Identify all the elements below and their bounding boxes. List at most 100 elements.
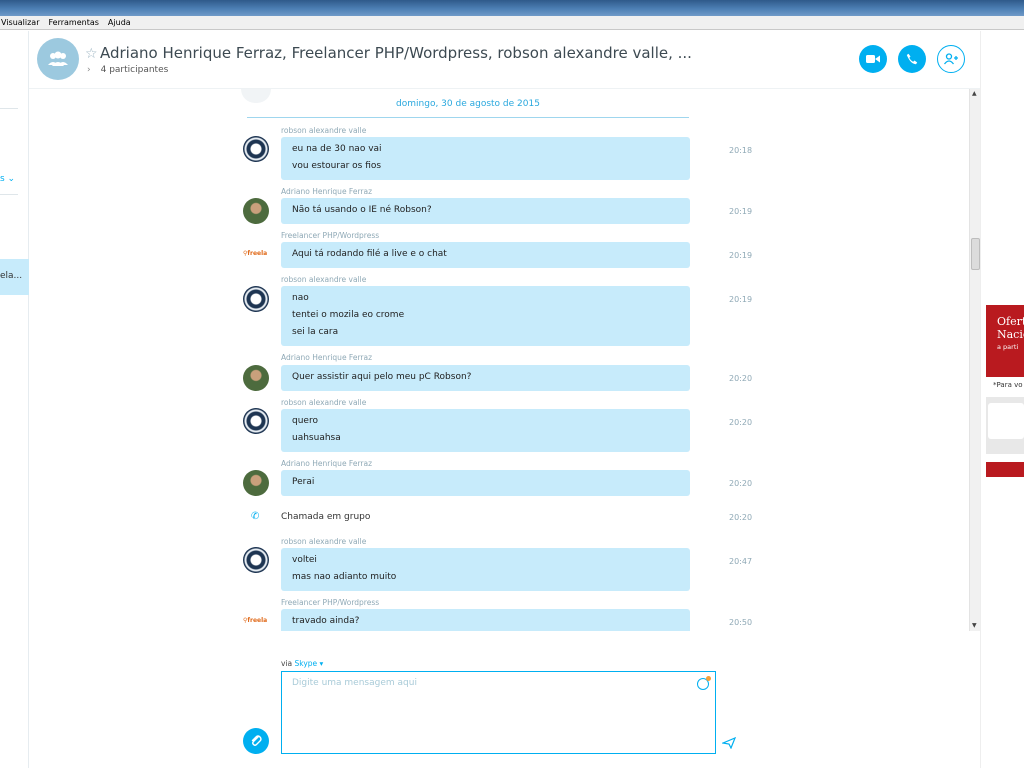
message-bubble[interactable]: Aqui tá rodando filé a live e o chat xyxy=(281,242,690,268)
scroll-down-arrow-icon[interactable]: ▼ xyxy=(972,622,977,629)
message-sender: robson alexandre valle xyxy=(281,398,367,407)
message-time: 20:20 xyxy=(729,479,753,488)
message-bubble[interactable]: Não tá usando o IE né Robson? xyxy=(281,198,690,224)
message-sender: Adriano Henrique Ferraz xyxy=(281,459,373,468)
avatar[interactable] xyxy=(243,365,269,391)
message-time: 20:19 xyxy=(729,295,753,304)
audio-call-button[interactable] xyxy=(898,45,926,73)
message-line: tentei o mozila eo crome xyxy=(292,310,405,320)
message-sender: Adriano Henrique Ferraz xyxy=(281,353,373,362)
avatar[interactable] xyxy=(243,198,269,224)
message-line: mas nao adianto muito xyxy=(292,572,397,582)
video-call-button[interactable] xyxy=(859,45,887,73)
menu-ajuda[interactable]: Ajuda xyxy=(107,18,136,27)
message-bubble[interactable]: travado ainda? xyxy=(281,609,690,631)
message-time: 20:20 xyxy=(729,374,753,383)
via-label: via xyxy=(281,659,293,668)
menu-ferramentas[interactable]: Ferramentas xyxy=(48,18,104,27)
message-line: uahsuahsa xyxy=(292,433,341,443)
participants-toggle[interactable]: › 4 participantes xyxy=(87,65,168,75)
message-compose-box[interactable] xyxy=(281,671,716,754)
message-sender: Adriano Henrique Ferraz xyxy=(281,187,373,196)
message-sender: Freelancer PHP/Wordpress xyxy=(281,598,380,607)
scrollbar-thumb[interactable] xyxy=(971,238,980,270)
call-event-text: Chamada em grupo xyxy=(281,512,371,522)
message-time: 20:19 xyxy=(729,251,753,260)
message-sender: robson alexandre valle xyxy=(281,537,367,546)
message-line: voltei xyxy=(292,555,317,565)
sidebar-divider xyxy=(0,108,18,109)
call-event-time: 20:20 xyxy=(729,513,753,522)
message-time: 20:19 xyxy=(729,207,753,216)
message-time: 20:47 xyxy=(729,557,753,566)
message-bubble[interactable]: Perai xyxy=(281,470,690,496)
video-camera-icon xyxy=(866,55,880,63)
message-line: eu na de 30 nao vai xyxy=(292,144,382,154)
via-service: Skype xyxy=(294,659,318,668)
conversation-title: Adriano Henrique Ferraz, Freelancer PHP/… xyxy=(100,44,692,62)
phone-icon: ✆ xyxy=(251,511,260,522)
avatar[interactable] xyxy=(243,286,269,312)
date-divider: domingo, 30 de agosto de 2015 xyxy=(247,89,689,118)
sidebar-item-selected[interactable]: ela... xyxy=(0,259,29,295)
avatar[interactable] xyxy=(243,136,269,162)
conversation-header: ☆ Adriano Henrique Ferraz, Freelancer PH… xyxy=(29,31,980,89)
ad-footnote: *Para vo xyxy=(993,381,1023,389)
message-sender: Freelancer PHP/Wordpress xyxy=(281,231,380,240)
message-input[interactable] xyxy=(292,678,672,688)
message-line: Aqui tá rodando filé a live e o chat xyxy=(292,249,447,259)
menu-bar: Visualizar Ferramentas Ajuda xyxy=(0,16,1024,30)
favorite-star-icon[interactable]: ☆ xyxy=(85,46,98,62)
scroll-up-arrow-icon[interactable]: ▲ xyxy=(972,90,977,97)
message-sender: robson alexandre valle xyxy=(281,275,367,284)
ad-red-panel: Ofert Nacio a parti xyxy=(986,305,1024,377)
avatar[interactable] xyxy=(243,470,269,496)
avatar[interactable] xyxy=(243,547,269,573)
message-line: sei la cara xyxy=(292,327,339,337)
avatar[interactable] xyxy=(243,408,269,434)
ad-white-box xyxy=(988,403,1024,439)
group-avatar-icon[interactable] xyxy=(37,38,79,80)
contacts-sidebar: s ⌄ ela... xyxy=(0,31,29,768)
message-time: 20:20 xyxy=(729,418,753,427)
phone-icon xyxy=(906,53,918,65)
advertisement-banner[interactable]: Ofert Nacio a parti *Para vo xyxy=(986,305,1024,477)
message-line: Não tá usando o IE né Robson? xyxy=(292,205,432,215)
message-time: 20:50 xyxy=(729,618,753,627)
window-title-bar xyxy=(0,0,1024,16)
participants-count: 4 participantes xyxy=(100,65,169,75)
message-line: Quer assistir aqui pelo meu pC Robson? xyxy=(292,372,472,382)
freelancer-logo-icon[interactable]: ⚲freela xyxy=(243,609,269,631)
send-icon xyxy=(720,736,737,750)
message-bubble[interactable]: nao tentei o mozila eo crome sei la cara xyxy=(281,286,690,346)
chevron-down-icon[interactable]: s ⌄ xyxy=(0,174,15,184)
message-line: quero xyxy=(292,416,318,426)
send-button[interactable] xyxy=(720,734,737,753)
message-bubble[interactable]: Quer assistir aqui pelo meu pC Robson? xyxy=(281,365,690,391)
sidebar-divider xyxy=(0,194,18,195)
message-line: travado ainda? xyxy=(292,616,360,626)
message-bubble[interactable]: eu na de 30 nao vai vou estourar os fios xyxy=(281,137,690,180)
ad-headline-1: Ofert xyxy=(997,315,1024,328)
emoticon-icon[interactable] xyxy=(697,676,711,690)
ad-bottom-bar xyxy=(986,462,1024,477)
ad-subtext: a parti xyxy=(997,343,1019,351)
via-skype-selector[interactable]: via Skype ▾ xyxy=(281,659,323,668)
add-participant-button[interactable] xyxy=(937,45,965,73)
message-line: vou estourar os fios xyxy=(292,161,382,171)
message-scrollbar[interactable]: ▲ ▼ xyxy=(969,89,980,631)
chevron-right-icon: › xyxy=(87,65,91,75)
message-list[interactable]: domingo, 30 de agosto de 2015 robson ale… xyxy=(29,89,969,631)
sidebar-item-label: ela... xyxy=(0,271,23,281)
message-bubble[interactable]: voltei mas nao adianto muito xyxy=(281,548,690,591)
message-bubble[interactable]: quero uahsuahsa xyxy=(281,409,690,452)
ad-gray-panel xyxy=(986,397,1024,454)
ad-headline-2: Nacio xyxy=(997,328,1024,341)
freelancer-logo-icon[interactable]: ⚲freela xyxy=(243,242,269,268)
paperclip-icon xyxy=(251,735,262,746)
chevron-down-icon: ▾ xyxy=(317,659,324,668)
menu-visualizar[interactable]: Visualizar xyxy=(0,18,45,27)
attach-button[interactable] xyxy=(243,728,269,754)
add-person-icon xyxy=(943,53,958,65)
message-sender: robson alexandre valle xyxy=(281,126,367,135)
